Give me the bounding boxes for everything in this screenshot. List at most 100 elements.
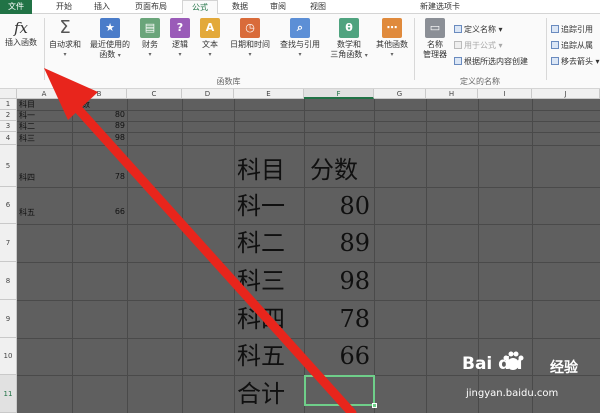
- tab-review[interactable]: 审阅: [264, 0, 292, 14]
- chevron-down-icon: ▾: [208, 51, 212, 58]
- cell-b2[interactable]: 80: [72, 110, 125, 119]
- define-name-button[interactable]: 定义名称 ▾: [454, 24, 503, 35]
- cell-a3[interactable]: 科二: [19, 121, 35, 132]
- cell-b3[interactable]: 89: [72, 121, 125, 130]
- text-button[interactable]: A 文本 ▾: [197, 18, 223, 60]
- divider: [546, 18, 547, 80]
- cell-b4[interactable]: 98: [72, 133, 125, 142]
- more-functions-button[interactable]: ⋯ 其他函数 ▾: [372, 18, 412, 60]
- cell-e9[interactable]: 科四: [237, 304, 285, 334]
- gridline: [17, 338, 600, 339]
- cell-b1[interactable]: 分数: [74, 99, 90, 110]
- cell-e7[interactable]: 科二: [237, 228, 285, 258]
- math-trig-button[interactable]: θ 数学和 三角函数 ▾: [328, 18, 370, 61]
- watermark-url: jingyan.baidu.com: [466, 388, 559, 399]
- tab-new[interactable]: 新建选项卡: [412, 0, 468, 14]
- tab-view[interactable]: 视图: [304, 0, 332, 14]
- gridline: [234, 99, 235, 413]
- select-all-corner[interactable]: [0, 89, 17, 99]
- use-in-formula-button[interactable]: 用于公式 ▾: [454, 40, 503, 51]
- chevron-down-icon: ▾: [364, 52, 368, 59]
- gridline: [17, 300, 600, 301]
- trace-dependents-button[interactable]: 追踪从属: [551, 40, 593, 51]
- insert-function-button[interactable]: fx 插入函数: [0, 18, 42, 48]
- cell-f9[interactable]: 78: [304, 304, 370, 334]
- gridline: [127, 99, 128, 413]
- datetime-button[interactable]: ◷ 日期和时间 ▾: [226, 18, 274, 60]
- cell-a2[interactable]: 科一: [19, 110, 35, 121]
- cell-a1[interactable]: 科目: [19, 99, 35, 110]
- cell-f6[interactable]: 80: [304, 191, 370, 221]
- recent-functions-button[interactable]: ★ 最近使用的 函数 ▾: [85, 18, 135, 61]
- remove-arrows-label: 移去箭头: [561, 57, 593, 66]
- cell-f7[interactable]: 89: [304, 228, 370, 258]
- row-header-6[interactable]: 6: [0, 187, 17, 224]
- book-icon: ▤: [140, 18, 160, 38]
- magnifier-icon: ⌕: [290, 18, 310, 38]
- fill-handle[interactable]: [372, 403, 377, 408]
- tab-formulas[interactable]: 公式: [182, 0, 218, 15]
- use-in-formula-label: 用于公式: [464, 41, 496, 50]
- theta-icon: θ: [339, 18, 359, 38]
- active-cell-f11[interactable]: [304, 375, 377, 408]
- tab-page-layout[interactable]: 页面布局: [128, 0, 174, 14]
- cell-f10[interactable]: 66: [304, 341, 370, 371]
- column-header-g[interactable]: G: [374, 89, 426, 99]
- autosum-button[interactable]: Σ 自动求和 ▾: [45, 18, 85, 60]
- trace-precedents-button[interactable]: 追踪引用: [551, 24, 593, 35]
- row-header-11[interactable]: 11: [0, 375, 17, 413]
- column-header-e[interactable]: E: [234, 89, 304, 99]
- cell-e8[interactable]: 科三: [237, 266, 285, 296]
- cell-a5[interactable]: 科四: [19, 172, 35, 183]
- tab-file[interactable]: 文件: [0, 0, 32, 14]
- cell-b6[interactable]: 66: [72, 207, 125, 216]
- chevron-down-icon: ▾: [117, 52, 121, 59]
- row-header-2[interactable]: 2: [0, 110, 17, 121]
- cell-a6[interactable]: 科五: [19, 207, 35, 218]
- column-header-i[interactable]: I: [478, 89, 532, 99]
- math-label-1: 数学和: [337, 40, 361, 49]
- column-header-f[interactable]: F: [304, 89, 374, 99]
- baidu-watermark: Bai du 经验 jingyan.baidu.com: [462, 350, 598, 410]
- column-header-a[interactable]: A: [17, 89, 72, 99]
- row-header-7[interactable]: 7: [0, 224, 17, 262]
- create-from-selection-button[interactable]: 根据所选内容创建: [454, 56, 528, 67]
- tab-home[interactable]: 开始: [50, 0, 78, 14]
- cell-b5[interactable]: 78: [72, 172, 125, 181]
- row-header-1[interactable]: 1: [0, 99, 17, 110]
- name-manager-button[interactable]: ▭ 名称 管理器: [418, 18, 452, 60]
- cell-a4[interactable]: 科三: [19, 133, 35, 144]
- cell-e11[interactable]: 合计: [237, 379, 285, 409]
- column-header-b[interactable]: B: [72, 89, 127, 99]
- lookup-button[interactable]: ⌕ 查找与引用 ▾: [276, 18, 324, 60]
- logical-button[interactable]: ? 逻辑 ▾: [167, 18, 193, 60]
- gridline: [426, 99, 427, 413]
- cell-f8[interactable]: 98: [304, 266, 370, 296]
- row-header-8[interactable]: 8: [0, 262, 17, 300]
- row-header-3[interactable]: 3: [0, 121, 17, 132]
- column-header-d[interactable]: D: [182, 89, 234, 99]
- tab-data[interactable]: 数据: [226, 0, 254, 14]
- tab-insert[interactable]: 插入: [88, 0, 116, 14]
- cell-e10[interactable]: 科五: [237, 341, 285, 371]
- cell-e6[interactable]: 科一: [237, 191, 285, 221]
- column-header-j[interactable]: J: [532, 89, 600, 99]
- financial-button[interactable]: ▤ 财务 ▾: [137, 18, 163, 60]
- row-header-4[interactable]: 4: [0, 132, 17, 145]
- column-header-h[interactable]: H: [426, 89, 478, 99]
- chevron-down-icon: ▾: [63, 51, 67, 58]
- column-header-c[interactable]: C: [127, 89, 182, 99]
- logical-label: 逻辑: [172, 40, 188, 49]
- datetime-label: 日期和时间: [230, 40, 270, 49]
- row-header-10[interactable]: 10: [0, 338, 17, 375]
- gridline: [17, 262, 600, 263]
- cell-f5[interactable]: 分数: [310, 155, 358, 185]
- row-header-5[interactable]: 5: [0, 145, 17, 187]
- create-from-selection-label: 根据所选内容创建: [464, 57, 528, 66]
- cell-e5[interactable]: 科目: [237, 155, 285, 185]
- question-icon: ?: [170, 18, 190, 38]
- trace-dependents-icon: [551, 41, 559, 49]
- create-from-selection-icon: [454, 57, 462, 65]
- row-header-9[interactable]: 9: [0, 300, 17, 338]
- remove-arrows-button[interactable]: 移去箭头 ▾: [551, 56, 600, 67]
